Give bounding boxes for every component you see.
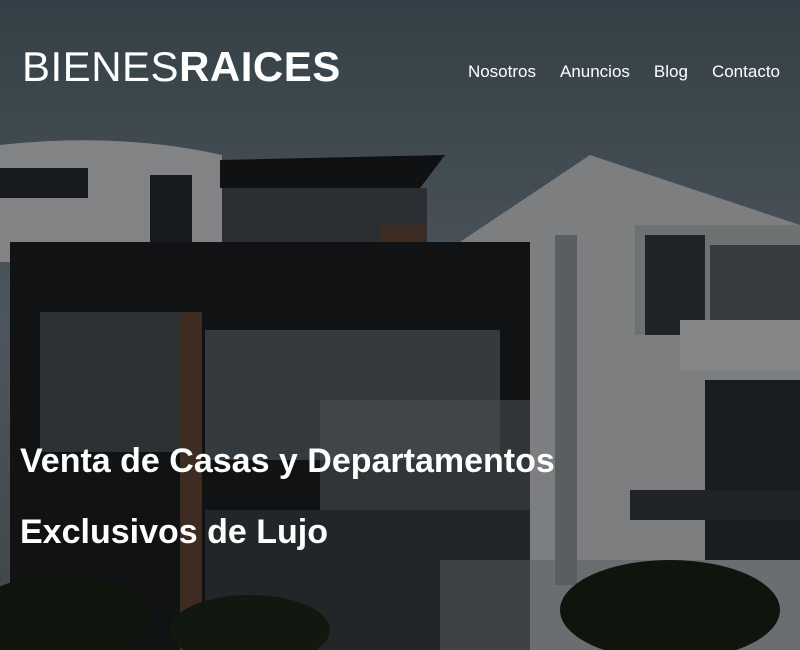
nav-link-nosotros[interactable]: Nosotros (468, 62, 536, 82)
brand-logo-bold: RAICES (179, 43, 341, 90)
hero-section: BIENESRAICES Nosotros Anuncios Blog Cont… (0, 0, 800, 650)
nav-link-anuncios[interactable]: Anuncios (560, 62, 630, 82)
site-header: BIENESRAICES Nosotros Anuncios Blog Cont… (0, 0, 800, 140)
hero-headline: Venta de Casas y Departamentos Exclusivo… (20, 442, 780, 552)
nav-link-blog[interactable]: Blog (654, 62, 688, 82)
hero-headline-line1: Venta de Casas y Departamentos (20, 442, 555, 480)
hero-headline-line2: Exclusivos de Lujo (20, 513, 328, 552)
brand-logo[interactable]: BIENESRAICES (22, 46, 341, 88)
brand-logo-light: BIENES (22, 43, 180, 90)
nav-link-contacto[interactable]: Contacto (712, 62, 780, 82)
main-navigation: Nosotros Anuncios Blog Contacto (468, 62, 780, 82)
